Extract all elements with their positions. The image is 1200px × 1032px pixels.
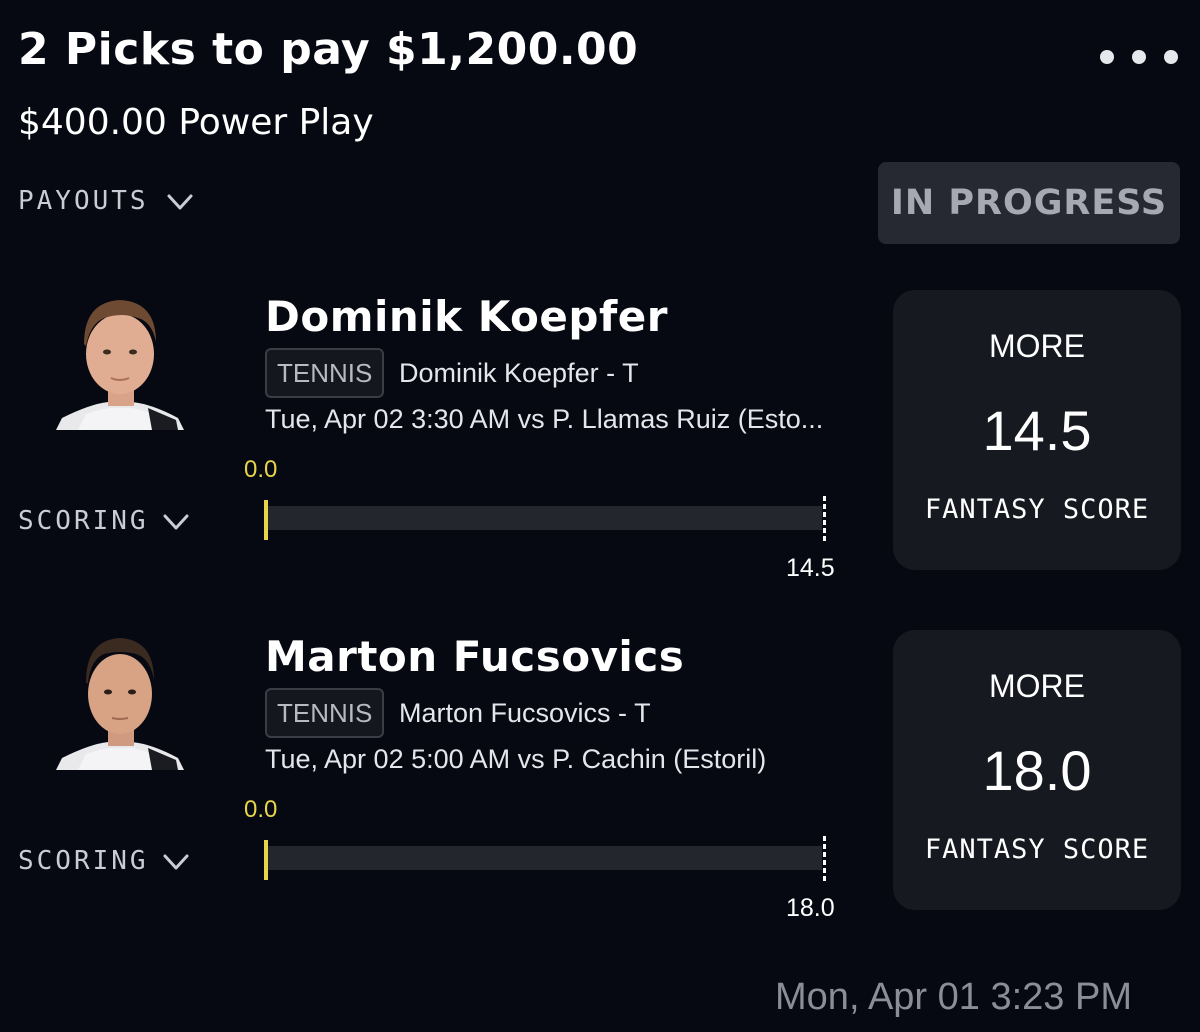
status-badge: IN PROGRESS <box>878 162 1180 244</box>
scoring-label: SCORING <box>18 846 149 876</box>
entry-subtitle: $400.00 Power Play <box>18 102 374 143</box>
projection-card[interactable]: MORE 18.0 FANTASY SCORE <box>893 630 1181 910</box>
pick-direction: MORE <box>989 668 1085 704</box>
pick-direction: MORE <box>989 328 1085 364</box>
entry-timestamp: Mon, Apr 01 3:23 PM <box>775 976 1132 1018</box>
game-info: Tue, Apr 02 3:30 AM vs P. Llamas Ruiz (E… <box>265 404 824 434</box>
score-progress-bar <box>266 506 822 530</box>
pick-card: Dominik Koepfer TENNIS Dominik Koepfer -… <box>0 290 1200 630</box>
projection-line: 14.5 <box>982 399 1092 462</box>
target-label: 14.5 <box>786 554 835 582</box>
current-score-marker <box>264 840 268 880</box>
stat-label: Marton Fucsovics - T <box>399 698 651 728</box>
more-options-icon[interactable] <box>1100 50 1178 64</box>
score-progress-bar <box>266 846 822 870</box>
pick-card: Marton Fucsovics TENNIS Marton Fucsovics… <box>0 630 1200 970</box>
stat-type: FANTASY SCORE <box>924 834 1150 865</box>
projection-line: 18.0 <box>982 739 1092 802</box>
current-score: 0.0 <box>244 456 278 483</box>
target-line-marker <box>823 836 826 884</box>
sport-tag: TENNIS <box>265 688 385 738</box>
target-label: 18.0 <box>786 894 835 922</box>
chevron-down-icon <box>163 854 189 870</box>
scoring-label: SCORING <box>18 506 149 536</box>
current-score-marker <box>264 500 268 540</box>
payouts-toggle[interactable]: PAYOUTS <box>18 186 193 216</box>
sport-tag: TENNIS <box>265 348 385 398</box>
scoring-toggle[interactable]: SCORING <box>18 506 189 536</box>
chevron-down-icon <box>163 514 189 530</box>
player-name[interactable]: Marton Fucsovics <box>265 632 684 681</box>
player-name[interactable]: Dominik Koepfer <box>265 292 668 341</box>
game-info: Tue, Apr 02 5:00 AM vs P. Cachin (Estori… <box>265 744 767 774</box>
player-avatar <box>56 290 184 430</box>
target-line-marker <box>823 496 826 544</box>
entry-detail: 2 Picks to pay $1,200.00 $400.00 Power P… <box>0 0 1200 1032</box>
scoring-toggle[interactable]: SCORING <box>18 846 189 876</box>
chevron-down-icon <box>167 194 193 210</box>
payouts-label: PAYOUTS <box>18 186 149 216</box>
stat-type: FANTASY SCORE <box>924 494 1150 525</box>
current-score: 0.0 <box>244 796 278 823</box>
stat-label: Dominik Koepfer - T <box>399 358 639 388</box>
projection-card[interactable]: MORE 14.5 FANTASY SCORE <box>893 290 1181 570</box>
player-avatar <box>56 630 184 770</box>
entry-title: 2 Picks to pay $1,200.00 <box>18 24 639 75</box>
